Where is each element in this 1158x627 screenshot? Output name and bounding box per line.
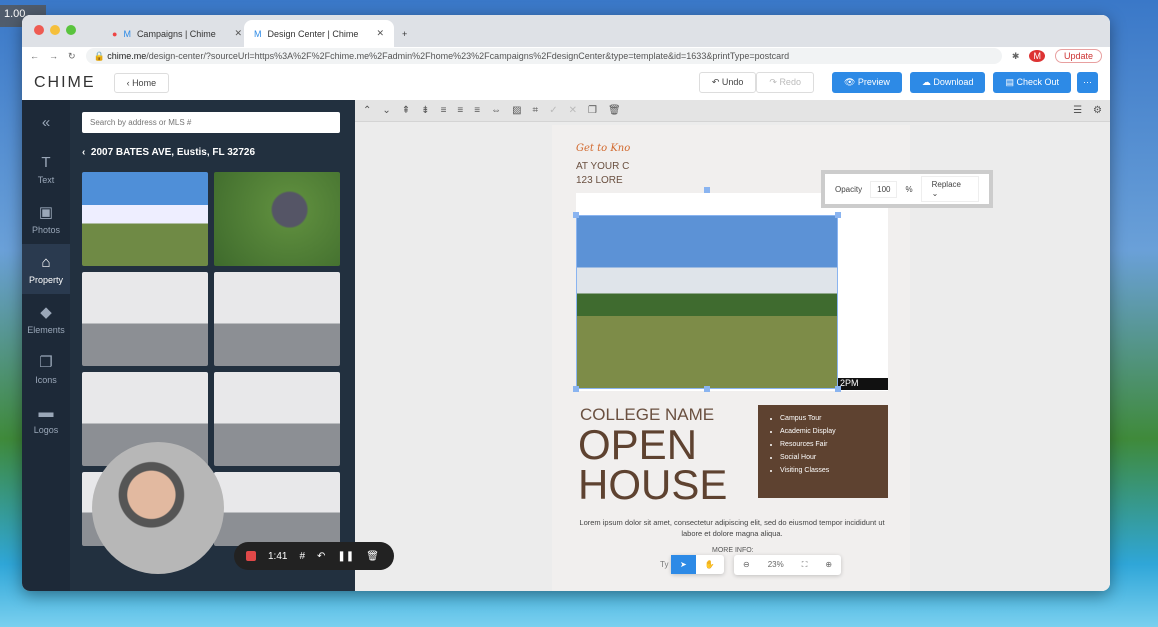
canvas-mode-toggle: ➤ ✋ [671, 555, 724, 574]
property-photo[interactable] [82, 272, 208, 366]
collapse-button[interactable]: « [22, 100, 70, 144]
layers-icon[interactable]: ☰ [1073, 105, 1082, 116]
recording-time: 1:41 [268, 550, 288, 562]
text-icon: T [41, 153, 51, 171]
trash-icon[interactable]: 🗑 [608, 105, 621, 116]
close-icon[interactable]: ✕ [376, 28, 384, 39]
crop-icon[interactable]: ⌗ [533, 105, 539, 116]
resize-handle[interactable] [835, 386, 841, 392]
extensions-icon[interactable]: ✱ [1012, 51, 1020, 62]
tool-rail: « T Text ▣ Photos ⌂ Property ◆ Elements ❐ Ico… [22, 100, 70, 591]
forward-icon[interactable]: → [49, 51, 58, 61]
replace-dropdown[interactable]: Replace ⌄ [920, 176, 979, 202]
rail-item-property[interactable]: ⌂ Property [22, 244, 70, 294]
property-photo[interactable] [82, 172, 208, 266]
property-photo[interactable] [214, 272, 340, 366]
rotate-handle[interactable] [704, 187, 710, 193]
resize-handle[interactable] [704, 386, 710, 392]
photos-icon: ▣ [38, 204, 54, 221]
recording-controls: 1:41 # ↶ ❚❚ 🗑 [234, 542, 394, 570]
resize-handle[interactable] [835, 212, 841, 218]
duplicate-icon[interactable]: ❐ [588, 105, 597, 116]
settings-icon[interactable]: ⚙ [1093, 105, 1102, 116]
tab-campaigns[interactable]: ● M Campaigns | Chime ✕ [102, 20, 252, 47]
flip-icon[interactable]: ⇔ [491, 105, 501, 116]
tab-bar: ● M Campaigns | Chime ✕ M Design Center | Ch… [22, 15, 1110, 47]
opacity-input[interactable]: 100 [870, 180, 898, 198]
align-left-icon[interactable]: ≡ [441, 105, 447, 116]
chime-logo: CHIME [34, 73, 96, 91]
rail-item-logos[interactable]: ▬ Logos [22, 394, 70, 444]
logos-icon: ▬ [38, 403, 54, 421]
move-up-icon[interactable]: ⌃ [363, 105, 371, 116]
image-options-popup: Opacity 100 % Replace ⌄ [821, 170, 993, 208]
zoom-out-button[interactable]: ⊖ [734, 555, 759, 575]
back-icon[interactable]: ← [30, 51, 39, 61]
property-photo[interactable] [214, 172, 340, 266]
event-list[interactable]: Campus TourAcademic DisplayResources Fai… [758, 405, 888, 498]
home-button[interactable]: ‹ Home [113, 72, 170, 93]
move-down-icon[interactable]: ⌄ [382, 105, 390, 116]
design-canvas: ⌃ ⌄ ⇞ ⇟ ≡ ≡ ≡ ⇔ ▨ ⌗ ✓ ✕ ❐ 🗑 ☰ ⚙ Get to Kno AT YOUR C 1… [355, 100, 1110, 591]
shapes-icon: ◆ [40, 304, 52, 321]
checkout-button[interactable]: ▤ Check Out [993, 72, 1071, 93]
window-controls[interactable] [34, 25, 76, 35]
align-right-icon[interactable]: ≡ [474, 105, 480, 116]
cancel-icon[interactable]: ✕ [569, 105, 577, 116]
flyer-body-text[interactable]: Lorem ipsum dolor sit amet, consectetur … [572, 517, 892, 539]
redo-button[interactable]: ↷ Redo [756, 72, 814, 93]
property-photo[interactable] [214, 372, 340, 466]
undo-button[interactable]: ↶ Undo [698, 72, 757, 93]
editor-toolbar: ⌃ ⌄ ⇞ ⇟ ≡ ≡ ≡ ⇔ ▨ ⌗ ✓ ✕ ❐ 🗑 ☰ ⚙ [355, 100, 1110, 122]
app-header: CHIME ‹ Home ↶ Undo ↷ Redo 👁 Preview ☁ D… [22, 65, 1110, 101]
open-house-title[interactable]: OPEN HOUSE [578, 424, 727, 506]
url-field[interactable]: 🔒 chime.me/design-center/?sourceUrl=http… [85, 48, 1002, 64]
grid-icon[interactable]: # [299, 551, 305, 562]
house-icon: ⌂ [41, 253, 51, 271]
update-button[interactable]: Update [1054, 49, 1102, 63]
flyer-line[interactable]: AT YOUR C [576, 161, 629, 172]
zoom-level: 23% [767, 560, 784, 569]
rail-item-icons[interactable]: ❐ Icons [22, 344, 70, 394]
property-photo[interactable] [214, 472, 340, 546]
preview-button[interactable]: 👁 Preview [831, 72, 902, 93]
more-info-label[interactable]: MORE INFO: [712, 547, 754, 554]
image-icon[interactable]: ▨ [512, 105, 521, 116]
address-search-input[interactable] [82, 112, 340, 133]
hand-tool-button[interactable]: ✋ [696, 555, 724, 574]
resize-handle[interactable] [573, 212, 579, 218]
zoom-controls: ⊖ 23% ⛶ ⊕ [734, 555, 842, 575]
tab-design-center[interactable]: M Design Center | Chime ✕ [244, 20, 394, 47]
webcam-overlay [92, 442, 224, 574]
undo-icon[interactable]: ↶ [317, 551, 325, 562]
pointer-tool-button[interactable]: ➤ [671, 555, 696, 574]
trash-icon[interactable]: 🗑 [366, 551, 379, 562]
property-address[interactable]: ‹ 2007 BATES AVE, Eustis, FL 32726 [82, 147, 255, 158]
zoom-in-button[interactable]: ⊕ [816, 555, 841, 575]
reload-icon[interactable]: ↻ [68, 51, 76, 62]
align-center-icon[interactable]: ≡ [457, 105, 463, 116]
bring-front-icon[interactable]: ⇞ [402, 105, 410, 116]
more-button[interactable]: ⋯ [1077, 72, 1098, 93]
rail-item-photos[interactable]: ▣ Photos [22, 194, 70, 244]
address-bar: ← → ↻ 🔒 chime.me/design-center/?sourceUrl=… [22, 47, 1110, 65]
profile-avatar[interactable]: M [1029, 50, 1045, 62]
pause-icon[interactable]: ❚❚ [337, 551, 354, 562]
send-back-icon[interactable]: ⇟ [421, 105, 429, 116]
selected-house-photo[interactable] [576, 215, 838, 389]
icons-icon: ❐ [39, 354, 53, 371]
new-tab-button[interactable]: + [392, 20, 417, 47]
flyer-time: 2PM [838, 378, 888, 390]
flyer-script-heading[interactable]: Get to Kno [576, 143, 630, 154]
stop-recording-button[interactable] [246, 551, 256, 561]
rail-item-text[interactable]: T Text [22, 144, 70, 194]
download-button[interactable]: ☁ Download [909, 72, 986, 93]
close-icon[interactable]: ✕ [234, 28, 242, 39]
fit-screen-button[interactable]: ⛶ [793, 555, 817, 575]
resize-handle[interactable] [573, 386, 579, 392]
rail-item-elements[interactable]: ◆ Elements [22, 294, 70, 344]
postcard-flyer: Get to Kno AT YOUR C 123 LORE 2PM Opacit… [552, 125, 993, 591]
check-icon[interactable]: ✓ [549, 105, 557, 116]
flyer-line[interactable]: 123 LORE [576, 175, 623, 186]
